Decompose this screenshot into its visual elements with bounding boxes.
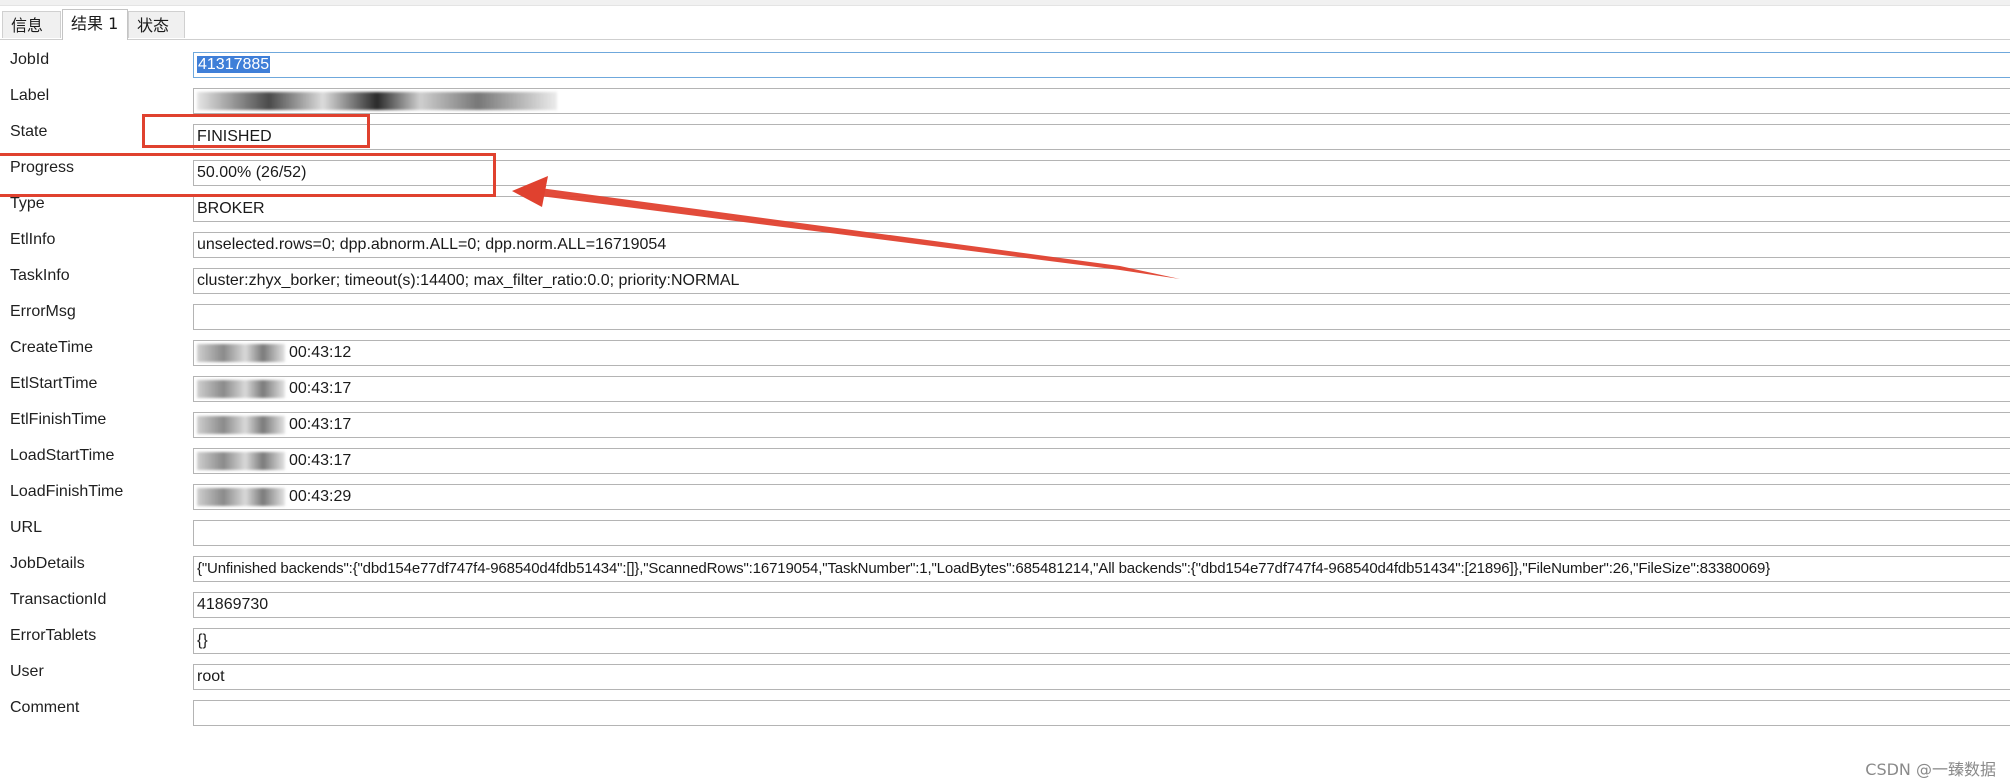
annotation-arrow-shaft xyxy=(540,188,1180,279)
watermark: CSDN @一臻数据 xyxy=(1865,760,1996,779)
annotation-arrow-layer xyxy=(512,176,1180,279)
tab-result-1[interactable]: 结果 1 xyxy=(62,9,128,40)
annotation-arrow-head xyxy=(512,176,548,207)
